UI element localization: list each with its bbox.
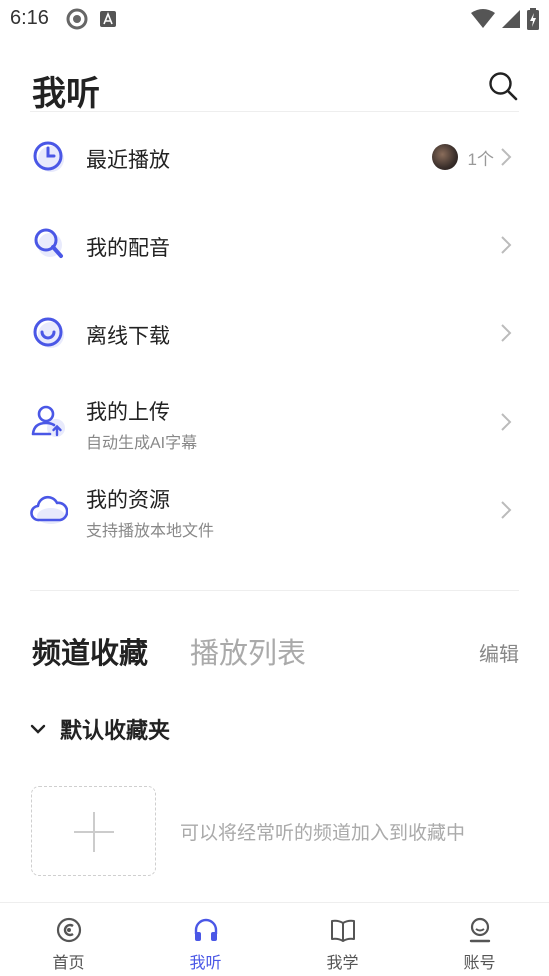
folder-title: 默认收藏夹	[60, 718, 171, 743]
download-icon	[33, 317, 64, 348]
bottom-nav: 首页 我听 我学 账号	[0, 902, 549, 976]
dubbing-icon	[34, 228, 63, 258]
status-time: 6:16	[10, 7, 49, 29]
chevron-right-icon	[501, 236, 512, 254]
menu-item-my-dubbing[interactable]: 我的配音	[0, 200, 549, 288]
chevron-right-icon	[501, 413, 512, 431]
headphones-icon	[194, 918, 218, 941]
app-notification-icon	[100, 11, 116, 27]
nav-label: 账号	[463, 955, 496, 972]
menu-sublabel: 自动生成AI字幕	[86, 435, 198, 452]
sync-status-icon	[66, 8, 88, 30]
menu-item-my-upload[interactable]: 我的上传 自动生成AI字幕	[0, 376, 549, 464]
nav-listen[interactable]: 我听	[137, 903, 274, 976]
chevron-right-icon	[501, 324, 512, 342]
edit-button[interactable]: 编辑	[479, 638, 519, 667]
user-upload-icon	[31, 405, 65, 437]
cloud-icon	[30, 495, 68, 524]
page-header: 我听	[30, 60, 519, 113]
menu-item-my-resources[interactable]: 我的资源 支持播放本地文件	[0, 464, 549, 552]
nav-label: 我听	[189, 955, 222, 972]
chevron-right-icon	[501, 148, 512, 166]
signal-icon	[502, 10, 520, 28]
chevron-down-icon	[30, 724, 46, 734]
menu-item-offline-download[interactable]: 离线下载	[0, 288, 549, 376]
plus-icon	[74, 812, 114, 852]
nav-label: 我学	[326, 955, 359, 972]
menu-sublabel: 支持播放本地文件	[86, 523, 215, 540]
battery-charging-icon	[527, 8, 539, 30]
search-icon[interactable]	[487, 70, 519, 102]
nav-label: 首页	[52, 955, 85, 972]
add-channel-button[interactable]	[31, 786, 156, 876]
menu-label: 最近播放	[86, 149, 170, 172]
nav-learn[interactable]: 我学	[274, 903, 411, 976]
default-folder-header[interactable]: 默认收藏夹	[30, 712, 170, 746]
nav-home[interactable]: 首页	[0, 903, 137, 976]
tab-channel-favorites[interactable]: 频道收藏	[32, 630, 148, 672]
menu-item-recent-play[interactable]: 最近播放 1个	[0, 112, 549, 200]
menu-label: 离线下载	[86, 325, 170, 348]
recent-avatar	[431, 144, 458, 170]
menu-label: 我的上传	[86, 401, 170, 424]
status-bar: 6:16	[0, 0, 549, 40]
page-title: 我听	[32, 75, 100, 113]
collection-tabs: 频道收藏 播放列表 编辑	[30, 628, 519, 672]
nav-account[interactable]: 账号	[411, 903, 548, 976]
add-hint-text: 可以将经常听的频道加入到收藏中	[180, 823, 466, 844]
wifi-icon	[471, 9, 495, 28]
recent-count: 1个	[467, 149, 494, 169]
book-icon	[331, 919, 355, 942]
menu-label: 我的配音	[86, 237, 170, 260]
account-icon	[469, 917, 491, 943]
home-icon	[56, 917, 82, 943]
tab-playlist[interactable]: 播放列表	[190, 630, 306, 672]
clock-icon	[33, 141, 64, 172]
menu-label: 我的资源	[86, 489, 170, 512]
chevron-right-icon	[501, 501, 512, 519]
section-divider	[30, 590, 519, 591]
